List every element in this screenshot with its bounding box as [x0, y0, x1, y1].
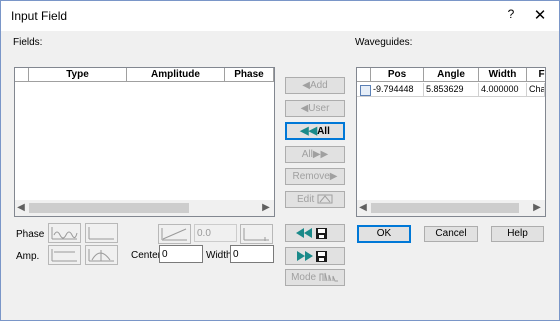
mode-wave-icon: [319, 273, 338, 282]
waveguides-header-pos[interactable]: Pos: [371, 68, 424, 82]
offset-button[interactable]: [240, 224, 273, 244]
scroll-left-icon[interactable]: ◀: [15, 201, 27, 215]
arrow-left-icon: ◀: [302, 80, 310, 91]
scroll-thumb[interactable]: [29, 203, 189, 213]
scroll-right-icon[interactable]: ▶: [531, 201, 543, 215]
phase-wave-button[interactable]: [48, 223, 81, 243]
scroll-left-icon[interactable]: ◀: [357, 201, 369, 215]
width-label: Width: [206, 250, 232, 261]
cell-angle: 5.853629: [424, 83, 479, 96]
center-label: Center: [131, 250, 162, 261]
scroll-thumb[interactable]: [371, 203, 519, 213]
waveguides-hscrollbar[interactable]: ◀ ▶: [357, 200, 545, 216]
phase-label: Phase: [16, 229, 45, 240]
width-field[interactable]: [230, 245, 274, 263]
fields-label: Fields:: [13, 37, 43, 48]
double-arrow-right-save-icon: [297, 251, 327, 262]
row-checkbox[interactable]: [360, 85, 371, 96]
phase-flat-icon: [88, 227, 114, 240]
edit-button[interactable]: Edit: [285, 191, 345, 208]
cancel-button[interactable]: Cancel: [424, 226, 478, 242]
scroll-right-icon[interactable]: ▶: [260, 201, 272, 215]
fields-hscrollbar[interactable]: ◀ ▶: [15, 200, 274, 216]
amp-label: Amp.: [16, 251, 40, 262]
tilt-slope-icon: [161, 228, 187, 241]
amp-flat-button[interactable]: [48, 245, 81, 265]
user-button[interactable]: ◀User: [285, 100, 345, 117]
center-field[interactable]: [159, 245, 203, 263]
double-arrow-right-icon: ▶▶: [312, 149, 329, 160]
close-button[interactable]: ✕: [529, 6, 551, 26]
edit-shape-icon: [317, 194, 333, 204]
fields-header-phase[interactable]: Phase: [225, 68, 274, 82]
amp-gauss-icon: [88, 249, 114, 262]
window-title: Input Field: [11, 9, 68, 23]
add-all-button[interactable]: ◀◀All: [285, 122, 345, 140]
waveguides-header-blank: [357, 68, 371, 82]
offset-icon: [243, 228, 269, 241]
waveguides-header-width[interactable]: Width: [479, 68, 527, 82]
amp-flat-icon: [51, 249, 77, 262]
remove-all-button[interactable]: All▶▶: [285, 146, 345, 163]
help-button[interactable]: Help: [491, 226, 544, 242]
add-button[interactable]: ◀Add: [285, 77, 345, 94]
phase-flat-button[interactable]: [85, 223, 118, 243]
fields-list[interactable]: Type Amplitude Phase ◀ ▶: [14, 67, 275, 217]
waveguides-label: Waveguides:: [355, 37, 413, 48]
fields-header-amplitude[interactable]: Amplitude: [127, 68, 225, 82]
mode-button[interactable]: Mode: [285, 269, 345, 286]
tilt-field[interactable]: [194, 224, 237, 242]
save-button[interactable]: [285, 247, 345, 265]
waveguides-list[interactable]: Pos Angle Width F -9.794448 5.853629 4.0…: [356, 67, 546, 217]
arrow-right-icon: ▶: [329, 171, 338, 182]
remove-button[interactable]: Remove▶: [285, 168, 345, 185]
cell-width: 4.000000: [479, 83, 527, 96]
input-field-dialog: Input Field ? ✕ Fields: Type Amplitude P…: [0, 0, 560, 321]
fields-header-blank: [15, 68, 29, 82]
amp-gauss-button[interactable]: [85, 245, 118, 265]
fields-header-type[interactable]: Type: [29, 68, 127, 82]
cell-f: Cha: [529, 83, 545, 96]
double-arrow-left-icon: ◀◀: [300, 125, 318, 137]
ok-button[interactable]: OK: [357, 225, 411, 243]
cell-pos: -9.794448: [371, 83, 424, 96]
waveguides-header-f[interactable]: F: [527, 68, 545, 82]
row-divider: [357, 96, 545, 97]
title-bar: Input Field ? ✕: [1, 1, 559, 31]
tilt-button[interactable]: [158, 224, 191, 244]
help-title-button[interactable]: ?: [501, 7, 521, 25]
load-button[interactable]: [285, 224, 345, 242]
waveguides-header-angle[interactable]: Angle: [424, 68, 479, 82]
double-arrow-left-save-icon: [296, 228, 327, 239]
phase-wave-icon: [51, 227, 78, 240]
